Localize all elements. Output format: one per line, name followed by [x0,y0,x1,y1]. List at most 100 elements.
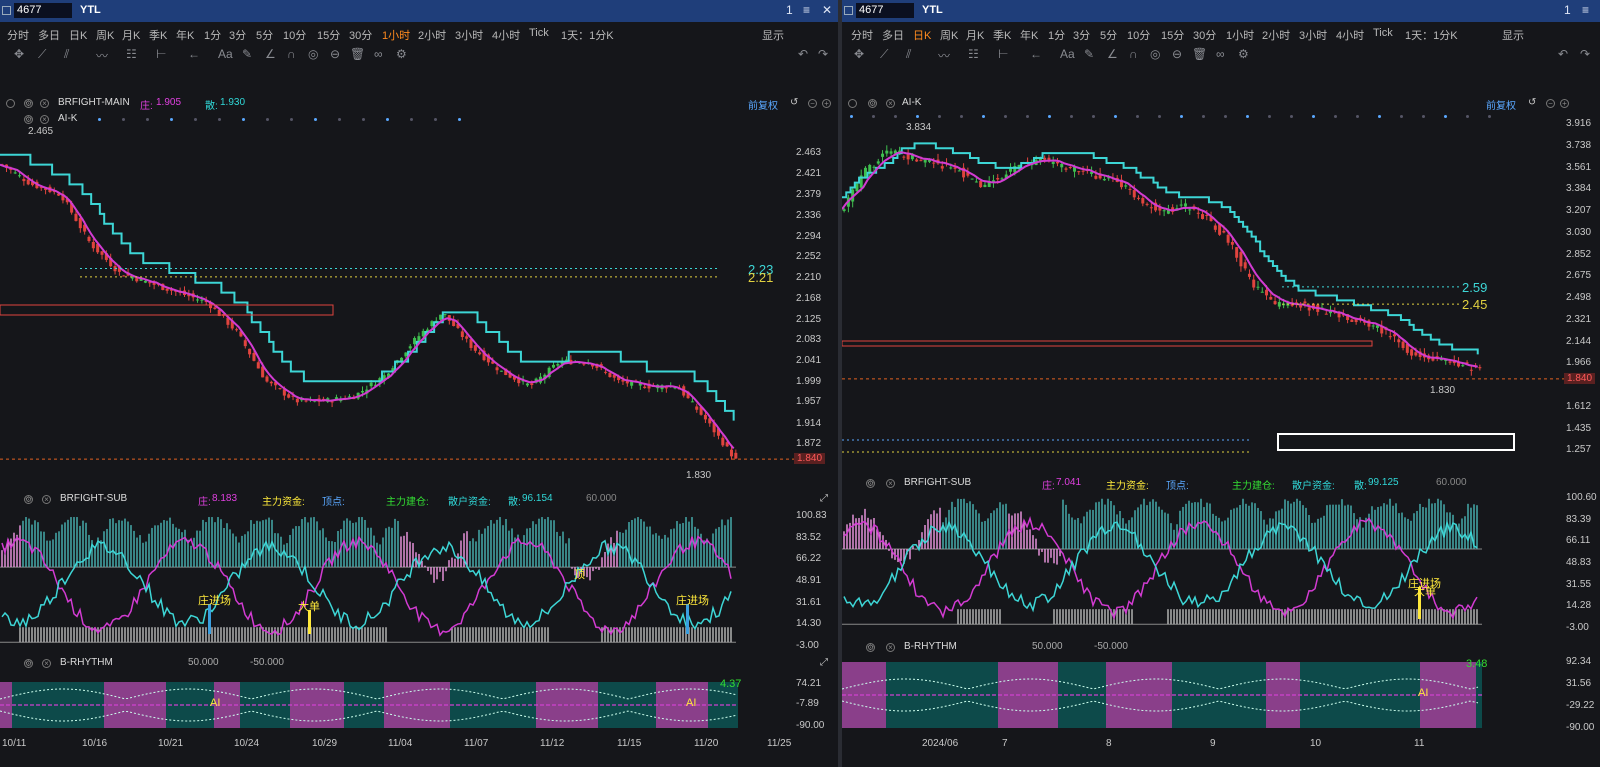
price-axis-label: 1.872 [796,438,822,450]
ai-label: AI [686,697,697,709]
candle-body [551,364,556,368]
candle-body [1179,204,1183,206]
sanhu-label: 散户资金: [1292,481,1335,492]
signal-dot [1290,115,1293,118]
time-axis-label: 8 [1106,738,1112,749]
rhythm-name[interactable]: B-RHYTHM [60,657,113,668]
candle-body [915,159,919,162]
rhythm-name[interactable]: B-RHYTHM [904,641,957,652]
candle-body [460,331,464,337]
candle-body [1260,291,1264,293]
candle-body [439,314,443,320]
price-axis-label: 2.083 [796,334,822,346]
sub-indicator-name[interactable]: BRFIGHT-SUB [904,477,971,488]
signal-dot [1202,115,1205,118]
signal-dot [1136,115,1139,118]
candle-body [1324,313,1328,315]
signal-dot [1246,115,1249,118]
candle-body [1205,214,1209,216]
signal-dot [194,118,197,121]
candle-body [1201,214,1205,219]
candle-body [1068,167,1072,169]
candle-body [1350,319,1354,322]
sanhu-label: 散户资金: [448,497,491,508]
price-axis-label: 2.498 [1566,292,1592,304]
close-icon[interactable]: × [42,659,51,668]
candle-body [734,452,738,459]
sub-zhuang-value: 7.041 [1056,477,1082,488]
candle-body [499,370,503,372]
price-axis-label: 2.321 [1566,313,1592,325]
candle-body [556,364,560,366]
sub-indicator-name[interactable]: BRFIGHT-SUB [60,493,127,504]
candle-body [473,345,477,351]
price-axis-label: 2.168 [796,292,822,304]
candle-body [1247,273,1251,277]
candle-body [996,178,1000,180]
settings-icon[interactable]: ⚙ [24,495,33,504]
signal-dot [982,115,985,118]
rhythm-down-level: -50.000 [1094,641,1128,652]
candle-body [369,382,373,387]
candle-body [885,150,889,154]
low-label: 1.830 [686,470,712,481]
signal-dot [1048,115,1051,118]
close-icon[interactable]: × [42,495,51,504]
signal-dot [122,118,125,121]
candle-body [1269,297,1273,300]
close-icon[interactable]: × [886,479,895,488]
selection-box [1277,433,1515,451]
candle-body [478,352,482,355]
price-axis-label: 2.336 [796,209,822,221]
candle-body [200,299,204,301]
candle-body [690,401,694,403]
candle-body [87,236,91,242]
candle-body [1188,209,1192,211]
signal-dot [1026,115,1029,118]
candle-body [1162,210,1166,212]
sub-axis-label: 48.83 [1566,556,1592,568]
signal-dot [98,118,101,121]
candle-body [1226,234,1230,243]
candle-body [974,181,978,183]
chart-pane-left[interactable]: 4677 YTL 1 ≡ ✕ 分时 多日 日K 周K 月K 季K 年K 1分 3分 5分 10分 15… [0,0,838,767]
price-axis-label: 2.144 [1566,335,1592,347]
rhythm-axis-label: -90.00 [1566,722,1595,733]
candle-body [413,338,417,345]
settings-icon[interactable]: ⚙ [866,479,875,488]
candle-body [430,321,434,327]
settings-icon[interactable]: ⚙ [24,659,33,668]
candle-body [196,299,200,301]
price-axis-label: 1.257 [1566,444,1592,456]
level-value: 60.000 [1436,477,1467,488]
candle-body [165,288,169,291]
signal-dot [434,118,437,121]
sub-axis-label: 66.11 [1566,535,1591,547]
close-icon[interactable]: × [886,643,895,652]
price-axis-label: 2.252 [796,251,822,263]
chart-canvas-left[interactable] [0,0,838,767]
expand-icon[interactable]: ⤢ [820,493,828,504]
time-axis-label: 11/20 [694,738,719,749]
signal-dot [1312,115,1315,118]
price-axis-label: 3.207 [1566,205,1592,217]
rhythm-value: 3.48 [1466,658,1488,670]
candle-body [1478,367,1482,369]
price-axis-label: 1.999 [796,375,822,387]
chart-pane-right[interactable]: 4677 YTL 1 ≡ 分时 多日 日K 周K 月K 季K 年K 1分 3分 5分 10分 15分 3… [842,0,1600,767]
sub-san-label: 散: [508,497,521,508]
price-axis-label: 3.030 [1566,226,1592,238]
support-line [842,151,1478,368]
expand-icon[interactable]: ⤢ [820,657,828,668]
candle-body [983,184,987,188]
candle-body [872,166,876,168]
candle-body [135,278,139,282]
candle-body [91,241,95,249]
sub-axis-label: 14.28 [1566,600,1592,612]
signal-dot [218,118,221,121]
candle-body [248,348,252,355]
candle-body [143,280,147,283]
candle-body [1102,179,1106,181]
settings-icon[interactable]: ⚙ [866,643,875,652]
signal-dot [290,118,293,121]
